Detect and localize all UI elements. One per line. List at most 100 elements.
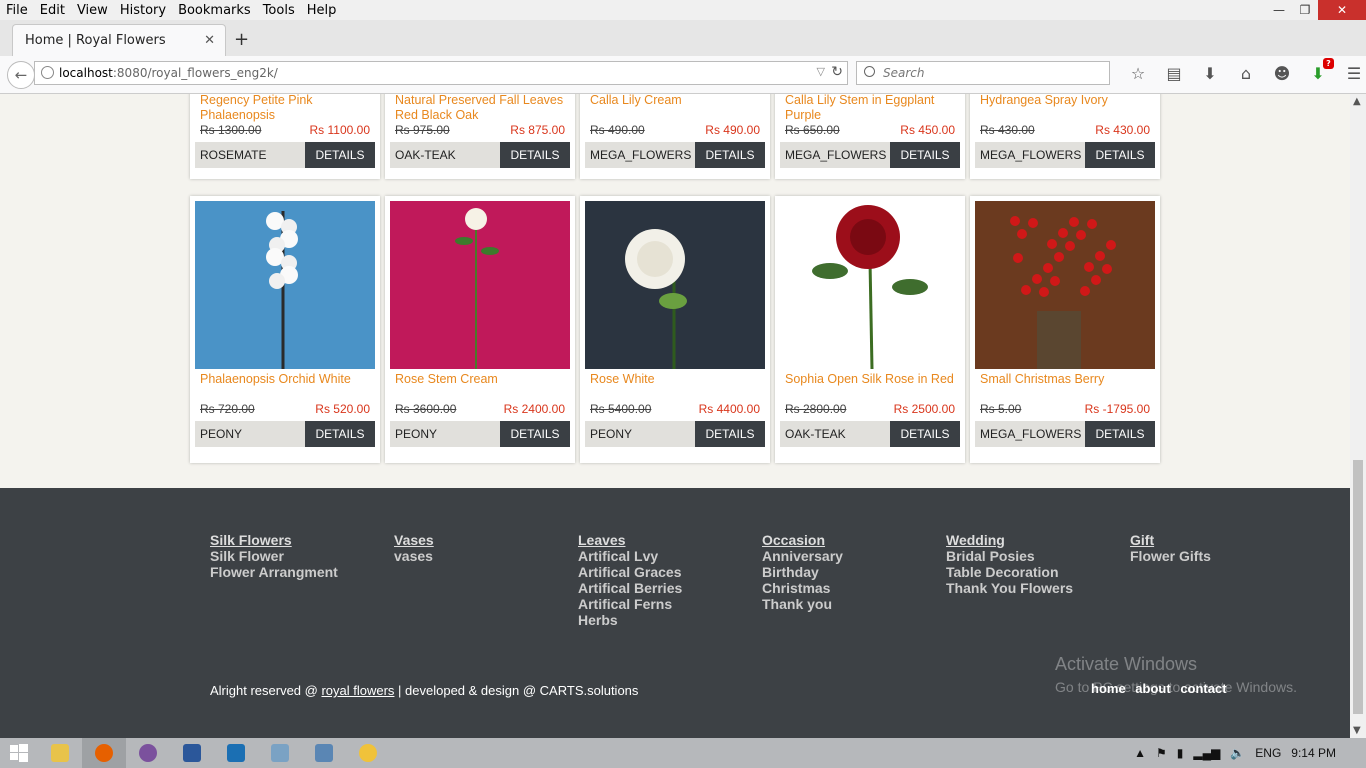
file-explorer-icon[interactable] xyxy=(38,738,82,768)
reading-list-icon[interactable]: ▤ xyxy=(1156,64,1192,83)
product-image[interactable] xyxy=(780,201,960,369)
footer-heading[interactable]: Vases xyxy=(394,532,434,548)
product-name[interactable]: Rose White xyxy=(585,372,765,387)
details-button[interactable]: DETAILS xyxy=(305,421,375,447)
product-image[interactable] xyxy=(585,201,765,369)
details-button[interactable]: DETAILS xyxy=(695,421,765,447)
back-button[interactable]: ← xyxy=(7,61,35,89)
product-image[interactable] xyxy=(195,201,375,369)
footer-link[interactable]: Artifical Berries xyxy=(578,580,682,596)
menu-tools[interactable]: Tools xyxy=(257,3,301,18)
footer-link-about[interactable]: about xyxy=(1135,681,1170,696)
search-input[interactable]: Search xyxy=(856,61,1110,85)
tray-time[interactable]: 9:14 PM xyxy=(1291,746,1336,760)
download-icon[interactable]: ⬇ xyxy=(1192,64,1228,83)
virtualbox-icon[interactable] xyxy=(214,738,258,768)
product-name[interactable]: Regency Petite Pink Phalaenopsis xyxy=(195,94,375,123)
details-button[interactable]: DETAILS xyxy=(1085,421,1155,447)
footer-heading[interactable]: Silk Flowers xyxy=(210,532,338,548)
scroll-up-icon[interactable]: ▲ xyxy=(1353,96,1361,107)
windows-start-icon[interactable] xyxy=(0,738,38,768)
tray-language[interactable]: ENG xyxy=(1255,746,1281,760)
footer-link[interactable]: vases xyxy=(394,548,434,564)
tab-home[interactable]: Home | Royal Flowers ✕ xyxy=(12,24,226,56)
old-price: Rs 3600.00 xyxy=(395,402,457,416)
product-name[interactable]: Sophia Open Silk Rose in Red xyxy=(780,372,960,387)
hamburger-menu-icon[interactable]: ☰ xyxy=(1336,64,1366,83)
footer-link[interactable]: Flower Gifts xyxy=(1130,548,1211,564)
word-icon[interactable] xyxy=(170,738,214,768)
footer-link[interactable]: Thank You Flowers xyxy=(946,580,1073,596)
footer-link[interactable]: Artifical Lvy xyxy=(578,548,682,564)
footer-link[interactable]: Anniversary xyxy=(762,548,843,564)
details-button[interactable]: DETAILS xyxy=(500,421,570,447)
footer-link[interactable]: Christmas xyxy=(762,580,843,596)
royal-flowers-link[interactable]: royal flowers xyxy=(321,683,394,698)
product-name[interactable]: Calla Lily Cream xyxy=(585,94,765,108)
footer-link[interactable]: Flower Arrangment xyxy=(210,564,338,580)
menu-help[interactable]: Help xyxy=(301,3,343,18)
star-icon[interactable]: ☆ xyxy=(1120,64,1156,83)
details-button[interactable]: DETAILS xyxy=(695,142,765,168)
details-button[interactable]: DETAILS xyxy=(305,142,375,168)
chat-icon[interactable]: ☻ xyxy=(1264,64,1300,83)
product-name[interactable]: Small Christmas Berry xyxy=(975,372,1155,387)
footer-link-contact[interactable]: contact xyxy=(1180,681,1226,696)
photos-icon[interactable] xyxy=(258,738,302,768)
scroll-thumb[interactable] xyxy=(1353,460,1363,714)
tab-title: Home | Royal Flowers xyxy=(25,33,166,48)
viber-icon[interactable] xyxy=(126,738,170,768)
restore-icon[interactable]: ❐ xyxy=(1292,0,1318,20)
footer-link[interactable]: Artifical Ferns xyxy=(578,596,682,612)
scroll-down-icon[interactable]: ▼ xyxy=(1353,725,1361,736)
footer-link[interactable]: Silk Flower xyxy=(210,548,338,564)
footer-link[interactable]: Bridal Posies xyxy=(946,548,1073,564)
toolbar-icons: ☆ ▤ ⬇ ⌂ ☻ ⬇? ☰ xyxy=(1120,58,1366,83)
menu-bookmarks[interactable]: Bookmarks xyxy=(172,3,257,18)
tab-close-icon[interactable]: ✕ xyxy=(204,33,215,48)
menu-view[interactable]: View xyxy=(71,3,114,18)
firefox-icon[interactable] xyxy=(82,738,126,768)
addon-download-icon[interactable]: ⬇? xyxy=(1300,58,1336,83)
old-price: Rs 490.00 xyxy=(590,123,645,137)
footer-heading[interactable]: Wedding xyxy=(946,532,1073,548)
footer-link[interactable]: Herbs xyxy=(578,612,682,628)
tray-expand-icon[interactable]: ▲ xyxy=(1134,746,1146,760)
details-button[interactable]: DETAILS xyxy=(890,421,960,447)
flag-icon[interactable]: ⚑ xyxy=(1156,746,1167,760)
product-name[interactable]: Natural Preserved Fall Leaves Red Black … xyxy=(390,94,570,123)
minimize-icon[interactable]: — xyxy=(1266,0,1292,20)
close-window-icon[interactable]: ✕ xyxy=(1318,0,1366,20)
home-icon[interactable]: ⌂ xyxy=(1228,64,1264,83)
footer-heading[interactable]: Occasion xyxy=(762,532,843,548)
details-button[interactable]: DETAILS xyxy=(890,142,960,168)
product-name[interactable]: Phalaenopsis Orchid White xyxy=(195,372,375,387)
footer-link[interactable]: Birthday xyxy=(762,564,843,580)
product-image[interactable] xyxy=(390,201,570,369)
footer-link-home[interactable]: home xyxy=(1091,681,1126,696)
footer-link[interactable]: Table Decoration xyxy=(946,564,1073,580)
product-image[interactable] xyxy=(975,201,1155,369)
details-button[interactable]: DETAILS xyxy=(500,142,570,168)
new-tab-icon[interactable]: + xyxy=(234,29,249,50)
url-bar[interactable]: localhost:8080/royal_flowers_eng2k/ ▽ ↻ xyxy=(34,61,848,85)
footer-heading[interactable]: Gift xyxy=(1130,532,1211,548)
menu-history[interactable]: History xyxy=(114,3,172,18)
vertical-scrollbar[interactable]: ▲ ▼ xyxy=(1350,94,1366,738)
footer-link[interactable]: Artifical Graces xyxy=(578,564,682,580)
menu-file[interactable]: File xyxy=(0,3,34,18)
reload-icon[interactable]: ↻ xyxy=(831,64,843,80)
footer-heading[interactable]: Leaves xyxy=(578,532,682,548)
product-name[interactable]: Hydrangea Spray Ivory xyxy=(975,94,1155,108)
url-dropdown-icon[interactable]: ▽ xyxy=(817,65,825,78)
paint-icon[interactable] xyxy=(346,738,390,768)
remote-desktop-icon[interactable] xyxy=(302,738,346,768)
footer-link[interactable]: Thank you xyxy=(762,596,843,612)
product-name[interactable]: Rose Stem Cream xyxy=(390,372,570,387)
details-button[interactable]: DETAILS xyxy=(1085,142,1155,168)
signal-icon[interactable]: ▂▄▆ xyxy=(1193,746,1220,760)
battery-icon[interactable]: ▮ xyxy=(1177,746,1184,760)
menu-edit[interactable]: Edit xyxy=(34,3,71,18)
product-name[interactable]: Calla Lily Stem in Eggplant Purple xyxy=(780,94,960,123)
volume-icon[interactable]: 🔈 xyxy=(1230,746,1245,760)
